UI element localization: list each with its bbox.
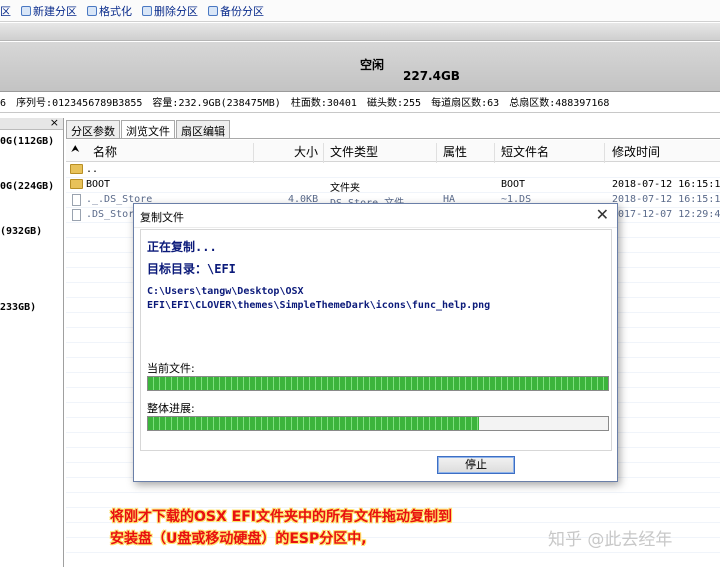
- tree-item-disk3[interactable]: 233GB): [0, 302, 36, 313]
- file-modified: 2018-07-12 16:15:14: [612, 194, 720, 205]
- disk-info-bar: 6 序列号:0123456789B3855 容量:232.9GB(238475M…: [0, 95, 720, 113]
- delete-partition-button[interactable]: 删除分区: [142, 3, 198, 19]
- tab-partition-params[interactable]: 分区参数: [66, 120, 120, 139]
- dialog-body: 正在复制... 目标目录：\EFI C:\Users\tangw\Desktop…: [140, 229, 612, 451]
- file-short-name: BOOT: [501, 179, 526, 190]
- toolbar: 区 新建分区 格式化 删除分区 备份分区: [0, 0, 720, 22]
- copy-status: 正在复制...: [147, 240, 217, 254]
- column-short-name[interactable]: 短文件名: [501, 143, 549, 160]
- annotation-line1: 将刚才下载的OSX EFI文件夹中的所有文件拖动复制到: [110, 509, 452, 525]
- delete-partition-label: 删除分区: [154, 4, 198, 18]
- new-partition-button[interactable]: 新建分区: [21, 3, 77, 19]
- file-name: ..: [86, 164, 99, 175]
- source-path-line2: EFI\EFI\CLOVER\themes\SimpleThemeDark\ic…: [147, 300, 491, 311]
- column-size[interactable]: 大小: [294, 143, 318, 160]
- overall-progress-label: 整体进展:: [147, 402, 195, 415]
- source-path-line1: C:\Users\tangw\Desktop\OSX: [147, 286, 304, 297]
- column-separator: [436, 143, 437, 165]
- free-space-size: 227.4GB: [403, 69, 460, 83]
- disk-tree-panel: × 0G(112GB) 0G(224GB) (932GB) 233GB): [0, 116, 64, 567]
- disk-cylinders: 柱面数:30401: [290, 98, 357, 109]
- file-modified: 2018-07-12 16:15:14: [612, 179, 720, 190]
- toolbar-partition-button[interactable]: 区: [0, 3, 11, 19]
- file-modified: 2017-12-07 12:29:46: [612, 209, 720, 220]
- column-separator: [604, 143, 605, 165]
- backup-partition-button[interactable]: 备份分区: [208, 3, 264, 19]
- current-file-progress-bar: [147, 376, 609, 391]
- overall-progress-fill: [148, 417, 480, 430]
- dialog-title-bar[interactable]: 复制文件 ✕: [134, 204, 617, 228]
- toolbar-strip: [0, 23, 720, 41]
- column-separator: [253, 143, 254, 165]
- column-type[interactable]: 文件类型: [330, 143, 378, 160]
- watermark: 知乎 @此去经年: [548, 530, 673, 550]
- tab-sector-edit[interactable]: 扇区编辑: [176, 120, 230, 139]
- disk-total-sectors: 总扇区数:488397168: [509, 98, 610, 109]
- toolbar-partition-label: 区: [0, 4, 11, 18]
- column-separator: [323, 143, 324, 165]
- folder-icon: [70, 179, 83, 189]
- copy-file-dialog: 复制文件 ✕ 正在复制... 目标目录：\EFI C:\Users\tangw\…: [133, 203, 618, 482]
- column-separator: [494, 143, 495, 165]
- file-icon: [72, 209, 81, 221]
- column-name[interactable]: 名称: [93, 143, 117, 160]
- free-space-label: 空闲: [360, 58, 385, 72]
- file-icon: [72, 194, 81, 206]
- dialog-title: 复制文件: [140, 211, 184, 224]
- overall-progress-bar: [147, 416, 609, 431]
- delete-partition-icon: [142, 5, 152, 16]
- format-button[interactable]: 格式化: [87, 3, 132, 19]
- file-list-header: ⮝ 名称 大小 文件类型 属性 短文件名 修改时间: [66, 140, 720, 165]
- file-type: 文件夹: [330, 183, 360, 194]
- current-file-label: 当前文件:: [147, 362, 195, 375]
- disk-capacity: 容量:232.9GB(238475MB): [152, 98, 281, 109]
- tree-item-disk0[interactable]: 0G(112GB): [0, 136, 54, 147]
- format-icon: [87, 5, 97, 16]
- backup-partition-icon: [208, 5, 218, 16]
- tree-item-disk2[interactable]: (932GB): [0, 226, 42, 237]
- format-label: 格式化: [99, 4, 132, 18]
- table-row[interactable]: BOOT 文件夹 BOOT 2018-07-12 16:15:14: [66, 178, 720, 194]
- tab-divider: [66, 138, 720, 139]
- disk-heads: 磁头数:255: [366, 98, 422, 109]
- backup-partition-label: 备份分区: [220, 4, 264, 18]
- tree-close-icon[interactable]: ×: [50, 116, 59, 129]
- disk-sectors-per-track: 每道扇区数:63: [431, 98, 500, 109]
- tree-header: ×: [0, 116, 63, 130]
- disk-info-prefix: 6: [0, 98, 7, 109]
- tree-item-disk1[interactable]: 0G(224GB): [0, 181, 54, 192]
- column-attr[interactable]: 属性: [443, 143, 467, 160]
- new-partition-icon: [21, 5, 31, 16]
- disk-serial: 序列号:0123456789B3855: [16, 98, 143, 109]
- tab-bar: 分区参数 浏览文件 扇区编辑: [66, 120, 231, 139]
- folder-icon: [70, 164, 83, 174]
- current-file-progress-fill: [148, 377, 608, 390]
- table-row[interactable]: ..: [66, 163, 720, 178]
- annotation-line2: 安装盘（U盘或移动硬盘）的ESP分区中,: [110, 531, 367, 547]
- target-directory: 目标目录：\EFI: [147, 262, 236, 276]
- stop-button[interactable]: 停止: [437, 456, 515, 474]
- new-partition-label: 新建分区: [33, 4, 77, 18]
- close-icon[interactable]: ✕: [596, 205, 609, 224]
- disk-map-free-space[interactable]: 空闲 227.4GB: [0, 42, 720, 92]
- tab-browse-files[interactable]: 浏览文件: [121, 120, 175, 139]
- column-modified[interactable]: 修改时间: [612, 143, 660, 160]
- up-arrow-icon[interactable]: ⮝: [71, 144, 80, 155]
- file-name: BOOT: [86, 179, 111, 190]
